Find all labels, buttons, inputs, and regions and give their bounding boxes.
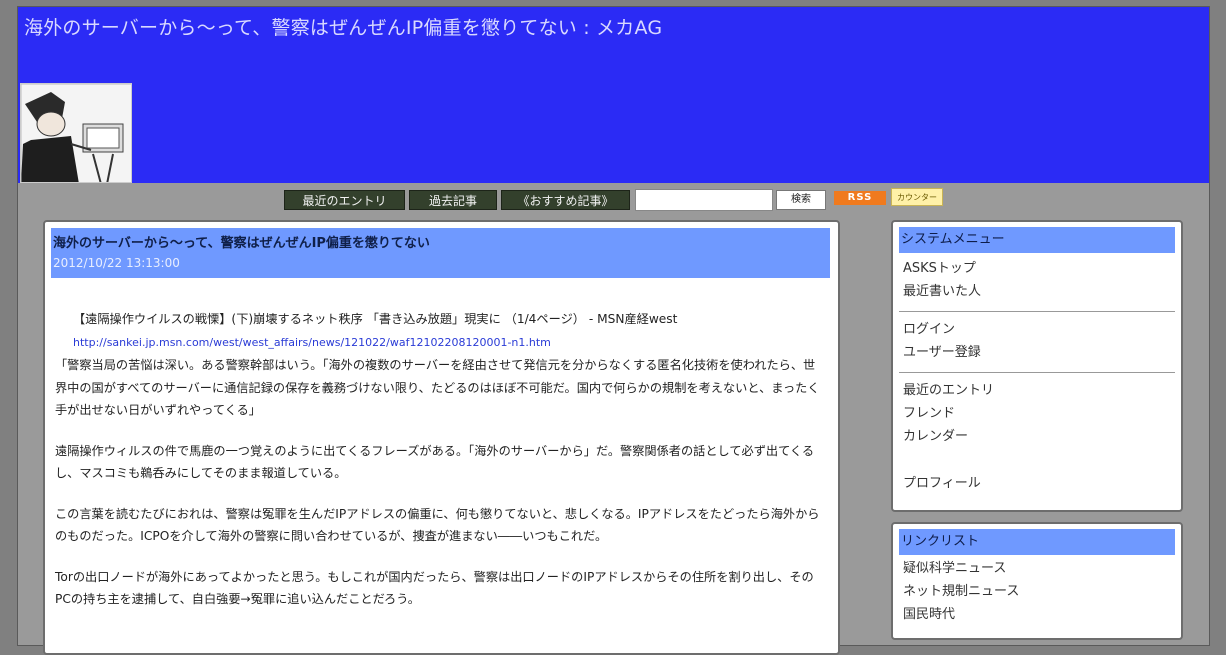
divider: [899, 311, 1175, 312]
navigation-bar: 最近のエントリ 過去記事 《おすすめ記事》 検索 RSS カウンター: [18, 185, 1209, 215]
entry-title: 海外のサーバーから〜って、警察はぜんぜんIP偏重を懲りてない: [53, 236, 430, 251]
link-list-box: リンクリスト 疑似科学ニュース ネット規制ニュース 国民時代: [891, 522, 1183, 640]
site-header: 海外のサーバーから〜って、警察はぜんぜんIP偏重を懲りてない : メカAG: [18, 7, 1209, 183]
entry-header: 海外のサーバーから〜って、警察はぜんぜんIP偏重を懲りてない 2012/10/2…: [51, 228, 830, 278]
menu-profile[interactable]: プロフィール: [893, 472, 1181, 495]
system-menu-box: システムメニュー ASKSトップ 最近書いた人 ログイン ユーザー登録 最近のエ…: [891, 220, 1183, 512]
search-input[interactable]: [635, 189, 773, 211]
quote-title: 【遠隔操作ウイルスの戦慄】(下)崩壊するネット秩序 「書き込み放題」現実に （1…: [73, 312, 678, 326]
search-button[interactable]: 検索: [776, 190, 826, 210]
link-list-title: リンクリスト: [899, 529, 1175, 555]
menu-recent-entries[interactable]: 最近のエントリ: [893, 379, 1181, 402]
link-kokumin-jidai[interactable]: 国民時代: [893, 603, 1181, 626]
nav-recommended-button[interactable]: 《おすすめ記事》: [501, 190, 630, 210]
article-link[interactable]: http://sankei.jp.msn.com/west/west_affai…: [73, 336, 551, 349]
entry-date: 2012/10/22 13:13:00: [53, 256, 180, 270]
menu-recent-writers[interactable]: 最近書いた人: [893, 280, 1181, 303]
menu-login[interactable]: ログイン: [893, 318, 1181, 341]
divider: [899, 372, 1175, 373]
link-pseudoscience-news[interactable]: 疑似科学ニュース: [893, 557, 1181, 580]
nav-past-articles-button[interactable]: 過去記事: [409, 190, 497, 210]
paragraph-3: この言葉を読むたびにおれは、警察は冤罪を生んだIPアドレスの偏重に、何も懲りてな…: [55, 506, 820, 544]
counter-badge-icon: カウンター: [891, 188, 943, 206]
menu-register[interactable]: ユーザー登録: [893, 341, 1181, 364]
entry-body: 【遠隔操作ウイルスの戦慄】(下)崩壊するネット秩序 「書き込み放題」現実に （1…: [55, 308, 825, 611]
rss-badge-icon[interactable]: RSS: [834, 191, 886, 205]
header-illustration-icon: [20, 83, 132, 183]
page-frame: 海外のサーバーから〜って、警察はぜんぜんIP偏重を懲りてない : メカAG 最近…: [17, 6, 1210, 655]
main-content: 海外のサーバーから〜って、警察はぜんぜんIP偏重を懲りてない 2012/10/2…: [43, 220, 840, 655]
menu-calendar[interactable]: カレンダー: [893, 425, 1181, 448]
paragraph-1: 「警察当局の苦悩は深い。ある警察幹部はいう。「海外の複数のサーバーを経由させて発…: [55, 358, 820, 417]
system-menu-title: システムメニュー: [899, 227, 1175, 253]
menu-asks-top[interactable]: ASKSトップ: [893, 257, 1181, 280]
paragraph-2: 遠隔操作ウィルスの件で馬鹿の一つ覚えのように出てくるフレーズがある。「海外のサー…: [55, 443, 815, 481]
paragraph-4: Torの出口ノードが海外にあってよかったと思う。もしこれが国内だったら、警察は出…: [55, 569, 814, 607]
site-title: 海外のサーバーから〜って、警察はぜんぜんIP偏重を懲りてない : メカAG: [24, 17, 663, 39]
nav-recent-entries-button[interactable]: 最近のエントリ: [284, 190, 405, 210]
menu-friends[interactable]: フレンド: [893, 402, 1181, 425]
link-net-regulation-news[interactable]: ネット規制ニュース: [893, 580, 1181, 603]
